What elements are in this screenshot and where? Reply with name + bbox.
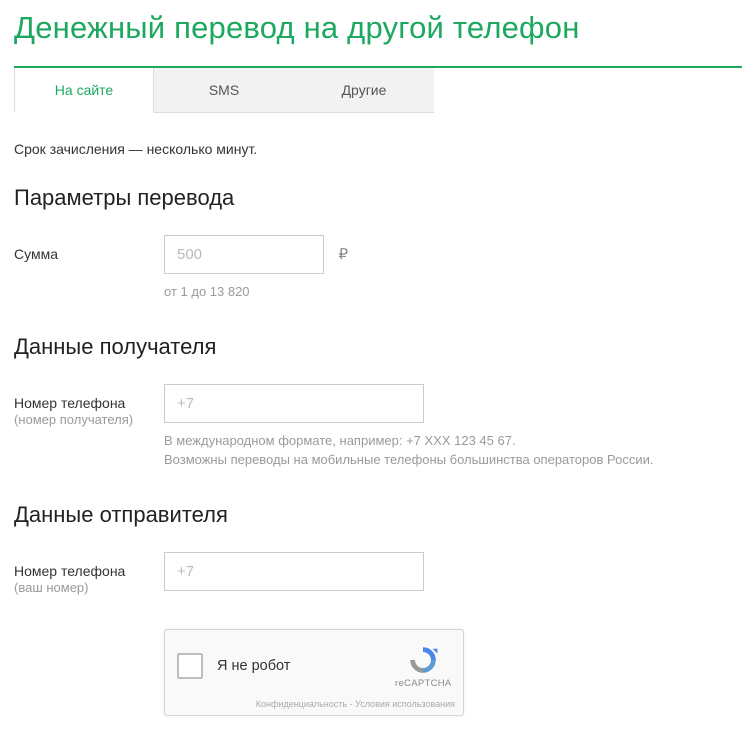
recipient-phone-input[interactable] <box>164 384 424 423</box>
tab-onsite[interactable]: На сайте <box>14 68 154 113</box>
recipient-phone-sublabel: (номер получателя) <box>14 412 164 429</box>
section-params-heading: Параметры перевода <box>14 185 742 211</box>
sender-phone-sublabel: (ваш номер) <box>14 580 164 597</box>
sender-phone-label: Номер телефона <box>14 562 164 580</box>
recaptcha-label: Я не робот <box>217 658 395 674</box>
amount-hint: от 1 до 13 820 <box>164 282 742 302</box>
credit-time-info: Срок зачисления — несколько минут. <box>14 141 742 157</box>
recaptcha-widget: Я не робот reCAPTCHA Конфиденциальность … <box>164 629 464 716</box>
recaptcha-terms-link[interactable]: Условия использования <box>355 699 455 709</box>
recipient-phone-hint-operators: Возможны переводы на мобильные телефоны … <box>164 450 742 470</box>
recipient-phone-label: Номер телефона <box>14 394 164 412</box>
tabs: На сайте SMS Другие <box>14 66 742 113</box>
page-title: Денежный перевод на другой телефон <box>14 10 742 46</box>
recaptcha-privacy-link[interactable]: Конфиденциальность <box>256 699 347 709</box>
section-sender-heading: Данные отправителя <box>14 502 742 528</box>
currency-symbol: ₽ <box>338 245 348 263</box>
recipient-phone-hint-format: В международном формате, например: +7 XX… <box>164 431 742 451</box>
recaptcha-checkbox[interactable] <box>177 653 203 679</box>
amount-label: Сумма <box>14 235 164 263</box>
amount-input[interactable] <box>164 235 324 274</box>
recaptcha-icon <box>407 644 439 676</box>
sender-phone-input[interactable] <box>164 552 424 591</box>
tab-sms[interactable]: SMS <box>154 68 294 113</box>
tab-other[interactable]: Другие <box>294 68 434 113</box>
section-recipient-heading: Данные получателя <box>14 334 742 360</box>
recaptcha-brand: reCAPTCHA <box>395 678 451 689</box>
